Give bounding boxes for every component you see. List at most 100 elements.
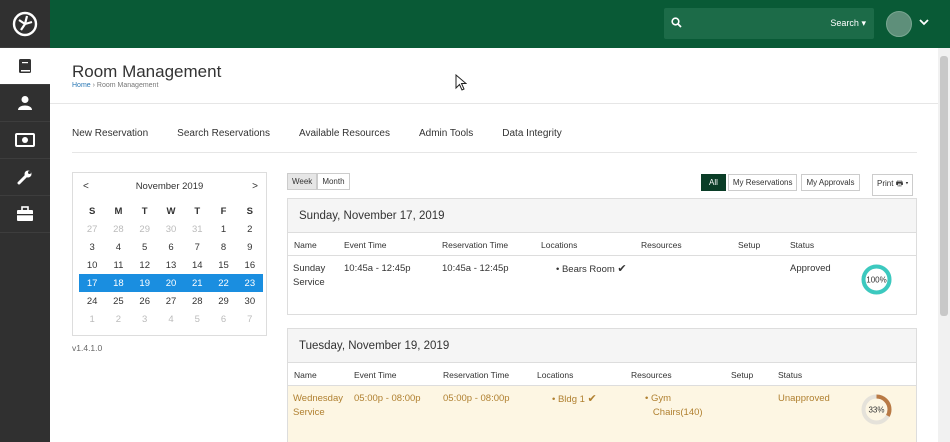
month-view-button[interactable]: Month [317, 173, 350, 190]
caret-down-icon: ▾ [905, 179, 909, 188]
calendar-day[interactable]: 2 [105, 314, 131, 325]
calendar-weekday: S [88, 205, 96, 217]
calendar-day[interactable]: 4 [158, 314, 184, 325]
calendar-next-button[interactable]: > [252, 181, 258, 192]
calendar-day[interactable]: 30 [158, 224, 184, 235]
calendar-week-row[interactable]: 3456789 [79, 238, 263, 256]
calendar-week-row[interactable]: 10 11 12 13 14 15 16 [79, 256, 263, 274]
col-resources: Resources [631, 370, 672, 380]
calendar-day[interactable]: 19 [132, 278, 158, 289]
calendar-prev-button[interactable]: < [83, 181, 89, 192]
search-input[interactable]: Search ▾ [664, 8, 874, 39]
search-type-label: Search [830, 18, 859, 28]
print-dropdown[interactable]: Print 🖶 ▾ [872, 174, 914, 196]
calendar-day[interactable]: 18 [105, 278, 131, 289]
calendar-day[interactable]: 5 [132, 242, 158, 253]
calendar-day[interactable]: 10 [79, 260, 105, 271]
filter-all-button[interactable]: All [701, 174, 726, 191]
approval-progress-ring: 33% [861, 394, 892, 425]
calendar-day[interactable]: 1 [210, 224, 236, 235]
calendar-day[interactable]: 22 [210, 278, 236, 289]
sidebar-item-book[interactable] [0, 48, 50, 85]
calendar-day[interactable]: 9 [237, 242, 263, 253]
calendar-day[interactable]: 3 [79, 242, 105, 253]
calendar-day[interactable]: 28 [105, 224, 131, 235]
calendar-day[interactable]: 16 [237, 260, 263, 271]
scrollbar[interactable] [938, 48, 950, 442]
chevron-down-icon[interactable] [919, 18, 929, 29]
calendar-day[interactable]: 29 [210, 296, 236, 307]
sidebar-item-tools[interactable] [0, 196, 50, 233]
calendar-day[interactable]: 14 [184, 260, 210, 271]
calendar-day[interactable]: 15 [210, 260, 236, 271]
calendar-day[interactable]: 8 [210, 242, 236, 253]
avatar[interactable] [886, 11, 912, 37]
calendar-day[interactable]: 5 [184, 314, 210, 325]
tab-new-reservation[interactable]: New Reservation [72, 128, 148, 139]
user-icon [18, 96, 32, 110]
version-label: v1.4.1.0 [72, 343, 103, 353]
calendar-day[interactable]: 7 [184, 242, 210, 253]
calendar-day[interactable]: 7 [237, 314, 263, 325]
calendar-day[interactable]: 29 [132, 224, 158, 235]
status-text: Approved [790, 263, 831, 274]
page-title: Room Management [72, 62, 222, 81]
reservation-row[interactable]: Sunday Service 10:45a - 12:45p 10:45a - 1… [288, 256, 916, 314]
filter-my-approvals-button[interactable]: My Approvals [801, 174, 860, 191]
sidebar-item-people[interactable] [0, 85, 50, 122]
approval-percent: 100% [866, 276, 886, 285]
print-button[interactable]: Print 🖶 ▾ [872, 174, 914, 196]
calendar-day[interactable]: 27 [158, 296, 184, 307]
calendar-day[interactable]: 13 [158, 260, 184, 271]
logo[interactable] [0, 0, 50, 48]
calendar-day[interactable]: 17 [79, 278, 105, 289]
calendar-day[interactable]: 11 [105, 260, 131, 271]
calendar-day[interactable]: 27 [79, 224, 105, 235]
calendar-day[interactable]: 21 [184, 278, 210, 289]
tab-search-reservations[interactable]: Search Reservations [177, 128, 270, 139]
reservation-name[interactable]: Wednesday Service [293, 392, 343, 420]
col-status: Status [790, 240, 815, 250]
calendar-day[interactable]: 25 [105, 296, 131, 307]
reservation-row[interactable]: Wednesday Service 05:00p - 08:00p 05:00p … [288, 386, 916, 442]
calendar-day[interactable]: 24 [79, 296, 105, 307]
calendar-week-row[interactable]: 24 25 26 27 28 29 30 [79, 292, 263, 310]
calendar-week-row[interactable]: 27 28 29 30 31 1 2 [79, 220, 263, 238]
mini-calendar: November 2019 < > S M T W T F S 27 28 29 30 31 1 2 3 4 5… [72, 172, 267, 336]
col-reservation-time: Reservation Time [443, 370, 510, 380]
calendar-day[interactable]: 30 [237, 296, 263, 307]
tab-available-resources[interactable]: Available Resources [299, 128, 390, 139]
calendar-day[interactable]: 28 [184, 296, 210, 307]
col-resources: Resources [641, 240, 682, 250]
search-type-dropdown[interactable]: Search ▾ [830, 18, 866, 29]
calendar-day[interactable]: 20 [158, 278, 184, 289]
sidebar-item-finance[interactable] [0, 122, 50, 159]
status-text: Unapproved [778, 393, 830, 404]
calendar-day[interactable]: 12 [132, 260, 158, 271]
calendar-day[interactable]: 4 [105, 242, 131, 253]
calendar-day[interactable]: 1 [79, 314, 105, 325]
check-icon: ✔ [617, 263, 627, 275]
sidebar-item-admin[interactable] [0, 159, 50, 196]
day-header: Sunday, November 17, 2019 [288, 199, 916, 233]
calendar-day[interactable]: 2 [237, 224, 263, 235]
col-event-time: Event Time [344, 240, 387, 250]
tab-data-integrity[interactable]: Data Integrity [502, 128, 561, 139]
col-name: Name [294, 370, 317, 380]
week-view-button[interactable]: Week [287, 173, 318, 190]
calendar-day[interactable]: 31 [184, 224, 210, 235]
location: • Bldg 1 ✔ [552, 393, 597, 405]
tab-admin-tools[interactable]: Admin Tools [419, 128, 473, 139]
calendar-day[interactable]: 23 [237, 278, 263, 289]
calendar-day[interactable]: 6 [210, 314, 236, 325]
reservation-name[interactable]: Sunday Service [293, 262, 325, 290]
calendar-week-row[interactable]: 1234567 [79, 311, 263, 329]
calendar-day[interactable]: 3 [132, 314, 158, 325]
scrollbar-thumb[interactable] [940, 56, 948, 316]
calendar-week-row[interactable]: 17 18 19 20 21 22 23 [79, 274, 263, 293]
calendar-day[interactable]: 6 [158, 242, 184, 253]
breadcrumb-home[interactable]: Home [72, 82, 91, 89]
filter-my-reservations-button[interactable]: My Reservations [727, 174, 798, 191]
calendar-day[interactable]: 26 [132, 296, 158, 307]
search-icon [671, 17, 682, 31]
